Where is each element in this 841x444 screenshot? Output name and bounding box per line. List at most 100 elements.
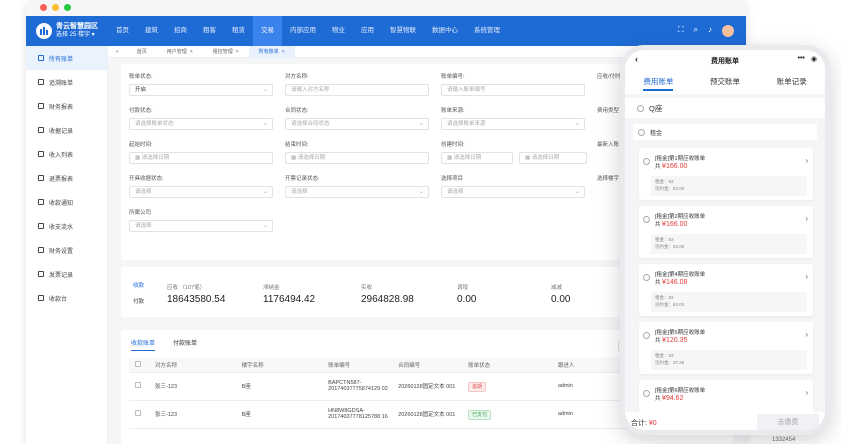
sidebar-item[interactable]: 收款台 <box>26 286 107 310</box>
fullscreen-icon[interactable]: ⛶ <box>678 25 684 37</box>
select-all-checkbox[interactable] <box>135 360 141 367</box>
receipt-status-select[interactable]: 请选择 ⌄ <box>129 186 273 198</box>
phone-footer: 合计: ¥0 去缴费 <box>625 412 825 430</box>
close-dot[interactable] <box>40 4 47 11</box>
select-item-select[interactable]: 请选择 ⌄ <box>441 186 585 198</box>
column-header[interactable]: 账单编号 <box>322 358 393 373</box>
bill-card[interactable]: [租金]第1期应收账单共 ¥166.00 租金：83 违约金：83.00 › <box>639 148 813 200</box>
chevron-right-icon[interactable]: › <box>805 156 808 165</box>
topnav-item[interactable]: 物业 <box>324 16 353 46</box>
bill-status-select[interactable]: 开启 ⌄ <box>129 84 273 96</box>
bill-no-input[interactable]: 请输入账单编号 <box>441 84 585 96</box>
search-icon[interactable]: ⌕ <box>694 25 698 37</box>
minimize-dot[interactable] <box>52 4 59 11</box>
page-tab[interactable]: 租控管理 × <box>203 48 249 56</box>
building-selector[interactable]: 选择 25 楼宇 ▾ <box>56 32 95 38</box>
radio-icon[interactable] <box>643 332 650 339</box>
sidebar-item[interactable]: 财务报表 <box>26 94 107 118</box>
room-option[interactable]: Q座 <box>625 98 825 118</box>
sidebar-item-label: 发票记录 <box>49 272 74 279</box>
pay-status-select[interactable]: 请选择账单状态 ⌄ <box>129 118 273 130</box>
tab-receive-bills[interactable]: 收款账单 <box>131 338 156 351</box>
tab-pay-bills[interactable]: 付款账单 <box>173 338 197 351</box>
chevron-right-icon[interactable]: › <box>805 388 808 397</box>
column-header[interactable] <box>129 358 149 373</box>
row-checkbox[interactable] <box>135 410 141 416</box>
topnav-item[interactable]: 数据中心 <box>424 16 466 46</box>
maximize-dot[interactable] <box>64 4 71 11</box>
summary-tab-pay[interactable]: 付款 <box>133 297 144 305</box>
end-date-picker[interactable]: ▦ 请选择日期 <box>285 152 429 164</box>
sidebar-item[interactable]: 所有账单 <box>26 46 107 70</box>
summary-tab-receive[interactable]: 收款 <box>133 281 144 289</box>
phone-tab[interactable]: 预交账单 <box>710 76 740 91</box>
back-icon[interactable]: ‹ <box>635 54 638 64</box>
column-header[interactable]: 楼宇名称 <box>235 358 323 373</box>
page-tab[interactable]: 首页 <box>127 48 157 55</box>
sidebar-item[interactable]: 收款通知 <box>26 190 107 214</box>
topnav-item[interactable]: 内部应用 <box>282 16 324 46</box>
created-end-picker[interactable]: ▦ 请选择日期 <box>519 152 587 164</box>
sidebar-item[interactable]: 发票记录 <box>26 262 107 286</box>
page-tab[interactable]: 所有账单 × <box>248 45 295 58</box>
avatar[interactable] <box>722 25 734 37</box>
page-tab[interactable]: 用户管理 × <box>157 48 203 56</box>
category-option[interactable]: 租金 <box>633 124 817 140</box>
target-icon[interactable]: ◉ <box>811 55 817 63</box>
phone-tab[interactable]: 账单记录 <box>777 76 807 91</box>
topnav-item[interactable]: 建筑 <box>137 16 166 46</box>
menu-icon <box>38 247 44 253</box>
pay-status-label: 付款状态: <box>129 108 153 114</box>
topnav-item[interactable]: 交易 <box>253 16 282 46</box>
sidebar-item-label: 收款台 <box>49 296 68 303</box>
bell-icon[interactable]: ♪ <box>708 25 712 37</box>
topnav-item[interactable]: 应用 <box>353 16 382 46</box>
row-checkbox[interactable] <box>135 382 141 388</box>
pay-button[interactable]: 去缴费 <box>757 414 819 430</box>
sidebar-item[interactable]: 收入列表 <box>26 142 107 166</box>
menu-icon <box>38 271 44 277</box>
invoice-record-select[interactable]: 请选择 ⌄ <box>285 186 429 198</box>
chevron-right-icon[interactable]: › <box>805 214 808 223</box>
sidebar-item[interactable]: 财务设置 <box>26 238 107 262</box>
bill-source-select[interactable]: 请选择账单来源 ⌄ <box>441 118 585 130</box>
radio-icon[interactable] <box>643 390 650 397</box>
company-select[interactable]: 请选择 ⌄ <box>129 220 273 232</box>
close-icon[interactable]: × <box>236 49 239 55</box>
chevron-right-icon[interactable]: › <box>805 272 808 281</box>
topnav-item[interactable]: 租客 <box>195 16 224 46</box>
table-cell-name: 张三-123 <box>149 400 236 429</box>
column-header[interactable]: 跟进人 <box>551 358 622 373</box>
bill-card[interactable]: [租金]第5期应收账单共 ¥120.35 租金：83 违约金：37.35 › <box>639 322 813 374</box>
collapse-icon[interactable]: « <box>108 49 127 55</box>
column-header[interactable]: 账单状态 <box>462 358 552 373</box>
start-date-picker[interactable]: ▦ 请选择日期 <box>129 152 273 164</box>
topnav-item[interactable]: 首页 <box>108 16 137 46</box>
phone-tab[interactable]: 费用账单 <box>643 76 674 91</box>
topnav-item[interactable]: 招商 <box>166 16 195 46</box>
brand-logo[interactable]: 青云智慧园区 选择 25 楼宇 ▾ <box>26 16 108 46</box>
radio-icon[interactable] <box>643 274 650 281</box>
topnav-item[interactable]: 系统管理 <box>466 16 508 46</box>
radio-icon[interactable] <box>643 158 650 165</box>
created-start-picker[interactable]: ▦ 请选择日期 <box>441 152 513 164</box>
bill-card[interactable]: [租金]第2期应收账单共 ¥166.00 租金：83 违约金：83.00 › <box>639 206 813 258</box>
column-header[interactable]: 对方名称 <box>149 358 236 373</box>
close-icon[interactable]: × <box>282 49 285 55</box>
sidebar-item[interactable]: 追溯账单 <box>26 70 107 94</box>
radio-icon[interactable] <box>643 216 650 223</box>
close-icon[interactable]: × <box>190 49 193 55</box>
sidebar-item[interactable]: 退票报表 <box>26 166 107 190</box>
sidebar-item[interactable]: 收据记录 <box>26 118 107 142</box>
topnav-item[interactable]: 智慧物联 <box>382 16 424 46</box>
bill-card[interactable]: [租金]第4期应收账单共 ¥146.08 租金：83 违约金：63.00 › <box>639 264 813 316</box>
bill-breakdown: 租金：83 违约金：83.00 <box>651 234 807 254</box>
contract-status-select[interactable]: 请选择合同状态 ⌄ <box>285 118 429 130</box>
column-header[interactable]: 合同编号 <box>392 358 463 373</box>
more-icon[interactable]: ••• <box>798 55 805 63</box>
counterparty-input[interactable]: 请输入对方名称 <box>285 84 429 96</box>
sidebar-item-label: 收款通知 <box>49 200 74 207</box>
sidebar-item[interactable]: 收支流水 <box>26 214 107 238</box>
topnav-item[interactable]: 租赁 <box>224 16 253 46</box>
chevron-right-icon[interactable]: › <box>805 330 808 339</box>
